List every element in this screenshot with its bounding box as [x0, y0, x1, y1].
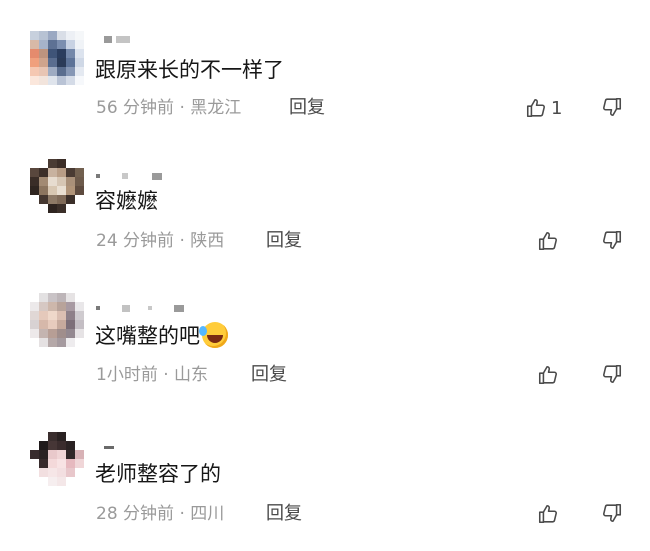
reply-button[interactable]: 回复: [251, 364, 287, 386]
comment-text: 老师整容了的: [95, 462, 221, 486]
like-count: 1: [551, 97, 563, 119]
dislike-button[interactable]: [601, 96, 625, 120]
avatar[interactable]: [30, 293, 84, 347]
comment-meta: 28 分钟前 · 四川: [96, 504, 225, 524]
like-button[interactable]: [537, 502, 559, 526]
comment-item: 容嬷嬷 24 分钟前 · 陕西 回复: [0, 135, 650, 270]
reply-button[interactable]: 回复: [266, 230, 302, 252]
comment-item: 这嘴整的吧 1小时前 · 山东 回复: [0, 270, 650, 410]
comment-text: 容嬷嬷: [95, 189, 158, 213]
comment-meta: 24 分钟前 · 陕西: [96, 231, 225, 251]
reply-button[interactable]: 回复: [266, 503, 302, 525]
like-button[interactable]: [537, 363, 559, 387]
comment-text: 这嘴整的吧: [95, 322, 228, 350]
username-blurred[interactable]: [96, 303, 184, 313]
username-blurred[interactable]: [104, 442, 114, 452]
thumbs-up-icon: [537, 503, 559, 525]
thumbs-up-icon: [537, 230, 559, 252]
comment-item: 跟原来长的不一样了 56 分钟前 · 黑龙江 回复 1: [0, 0, 650, 135]
comment-text-content: 这嘴整的吧: [95, 324, 200, 348]
dislike-button[interactable]: [601, 229, 625, 253]
rolling-laughing-emoji: [199, 322, 228, 348]
thumbs-up-icon: [525, 97, 547, 119]
username-blurred[interactable]: [104, 34, 130, 44]
thumbs-down-icon: [601, 502, 625, 524]
comment-text: 跟原来长的不一样了: [95, 58, 284, 82]
comment-meta: 56 分钟前 · 黑龙江: [96, 98, 242, 118]
thumbs-up-icon: [537, 364, 559, 386]
reply-button[interactable]: 回复: [289, 97, 325, 119]
avatar[interactable]: [30, 31, 84, 85]
thumbs-down-icon: [601, 96, 625, 118]
avatar[interactable]: [30, 432, 84, 486]
like-button[interactable]: [537, 229, 559, 253]
like-button[interactable]: 1: [525, 96, 562, 120]
avatar[interactable]: [30, 159, 84, 213]
dislike-button[interactable]: [601, 502, 625, 526]
thumbs-down-icon: [601, 229, 625, 251]
username-blurred[interactable]: [96, 171, 162, 181]
comment-meta: 1小时前 · 山东: [96, 365, 209, 385]
dislike-button[interactable]: [601, 363, 625, 387]
comment-item: 老师整容了的 28 分钟前 · 四川 回复: [0, 410, 650, 551]
thumbs-down-icon: [601, 363, 625, 385]
